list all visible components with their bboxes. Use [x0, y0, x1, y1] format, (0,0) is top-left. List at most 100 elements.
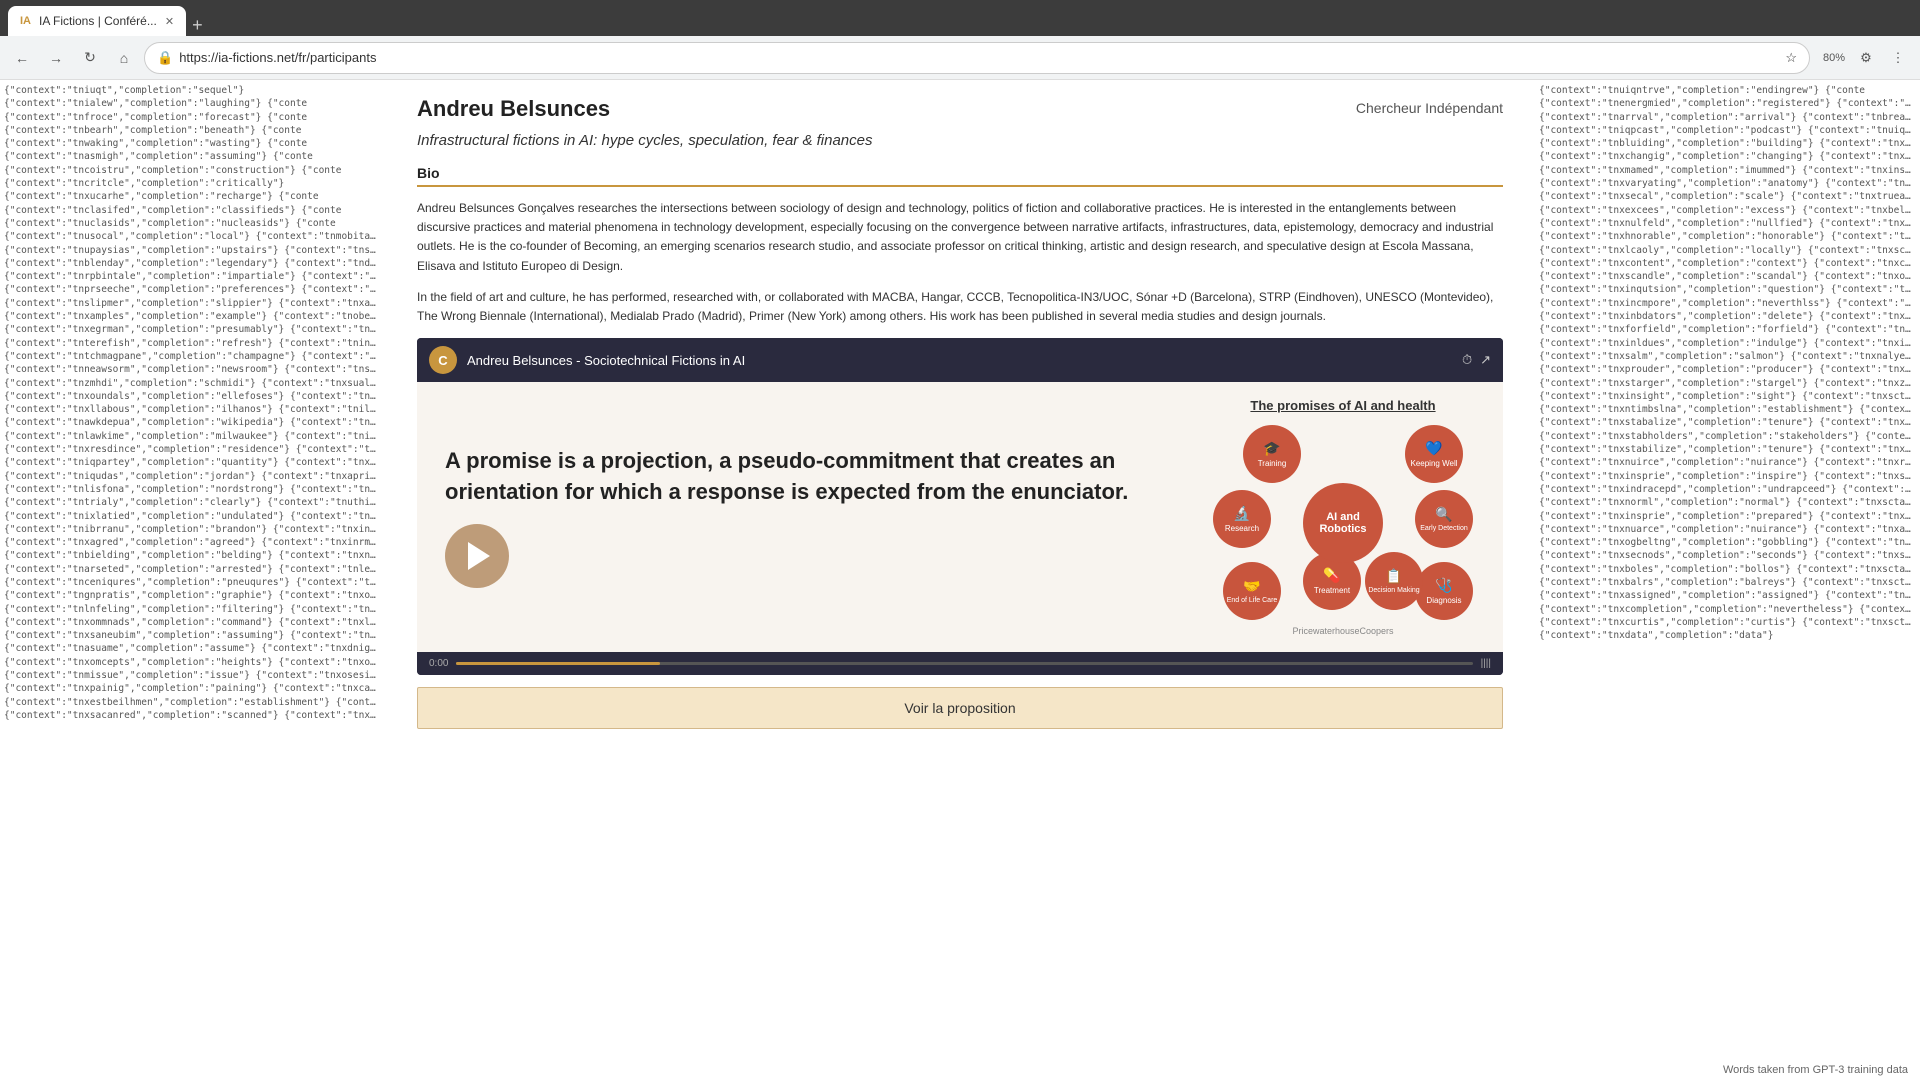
- voir-proposition-button[interactable]: Voir la proposition: [417, 687, 1503, 729]
- right-sidebar-json: {"context":"tnuiqntrve","completion":"en…: [1535, 80, 1920, 1080]
- json-line: {"context":"tnclasifed","completion":"cl…: [4, 204, 381, 217]
- json-line: {"context":"tnxscandle","completion":"sc…: [1539, 270, 1916, 283]
- json-line: {"context":"tnlawkime","completion":"mil…: [4, 430, 381, 443]
- json-line: {"context":"tnxcurtis","completion":"cur…: [1539, 616, 1916, 629]
- refresh-button[interactable]: ↻: [76, 44, 104, 72]
- json-line: {"context":"tnxstabholders","completion"…: [1539, 430, 1916, 443]
- address-bar[interactable]: 🔒 https://ia-fictions.net/fr/participant…: [144, 42, 1810, 74]
- json-line: {"context":"tnxnulfeld","completion":"nu…: [1539, 217, 1916, 230]
- json-line: {"context":"tnxogbeltng","completion":"g…: [1539, 536, 1916, 549]
- json-line: {"context":"tnbearh","completion":"benea…: [4, 124, 381, 137]
- forward-button[interactable]: →: [42, 44, 70, 72]
- json-line: {"context":"tnmissue","completion":"issu…: [4, 669, 381, 682]
- json-line: {"context":"tnxntimbslna","completion":"…: [1539, 403, 1916, 416]
- json-line: {"context":"tnzmhdi","completion":"schmi…: [4, 377, 381, 390]
- json-line: {"context":"tnxoundals","completion":"el…: [4, 390, 381, 403]
- json-line: {"context":"tnxsaneubim","completion":"a…: [4, 629, 381, 642]
- json-line: {"context":"tnxinbdators","completion":"…: [1539, 310, 1916, 323]
- status-bar: Words taken from GPT-3 training data: [1711, 1060, 1920, 1080]
- orbit-decision-making: 📋 Decision Making: [1365, 552, 1423, 610]
- tab-favicon: IA: [20, 15, 31, 27]
- json-line: {"context":"tnxcompletion","completion":…: [1539, 603, 1916, 616]
- json-line: {"context":"tnfroce","completion":"forec…: [4, 111, 381, 124]
- json-line: {"context":"tnxamples","completion":"exa…: [4, 310, 381, 323]
- json-line: {"context":"tnxbalrs","completion":"balr…: [1539, 576, 1916, 589]
- json-line: {"context":"tnenergmied","completion":"r…: [1539, 97, 1916, 110]
- left-sidebar-json: {"context":"tniuqt","completion":"sequel…: [0, 80, 385, 1080]
- bookmark-icon[interactable]: ☆: [1785, 50, 1797, 66]
- json-line: {"context":"tnxstarger","completion":"st…: [1539, 377, 1916, 390]
- json-line: {"context":"tnneawsorm","completion":"ne…: [4, 363, 381, 376]
- diagnosis-icon: 🩺: [1435, 577, 1452, 594]
- json-line: {"context":"tnxdata","completion":"data"…: [1539, 629, 1916, 642]
- json-line: {"context":"tnupaysias","completion":"up…: [4, 244, 381, 257]
- security-icon: 🔒: [157, 50, 173, 66]
- browser-chrome: IA IA Fictions | Conféré... ✕ +: [0, 0, 1920, 36]
- json-line: {"context":"tnxinldues","completion":"in…: [1539, 337, 1916, 350]
- json-line: {"context":"tnasuame","completion":"assu…: [4, 642, 381, 655]
- json-line: {"context":"tnxagred","completion":"agre…: [4, 536, 381, 549]
- json-line: {"context":"tnbluiding","completion":"bu…: [1539, 137, 1916, 150]
- json-line: {"context":"tnterefish","completion":"re…: [4, 337, 381, 350]
- json-line: {"context":"tntrialy","completion":"clea…: [4, 496, 381, 509]
- json-line: {"context":"tnxegrman","completion":"pre…: [4, 323, 381, 336]
- tab-title: IA Fictions | Conféré...: [39, 14, 157, 28]
- json-line: {"context":"tnusocal","completion":"loca…: [4, 230, 381, 243]
- progress-bar-fill: [456, 662, 659, 665]
- new-tab-button[interactable]: +: [192, 15, 203, 36]
- json-line: {"context":"tnxstabalize","completion":"…: [1539, 416, 1916, 429]
- json-line: {"context":"tnxboles","completion":"boll…: [1539, 563, 1916, 576]
- bio-paragraph-2: In the field of art and culture, he has …: [417, 288, 1503, 326]
- json-line: {"context":"tnxexcees","completion":"exc…: [1539, 204, 1916, 217]
- video-header-icons: ⏱ ↗: [1462, 352, 1491, 368]
- research-icon: 🔬: [1233, 505, 1250, 522]
- json-line: {"context":"tnxassigned","completion":"a…: [1539, 589, 1916, 602]
- json-line: {"context":"tniqudas","completion":"jord…: [4, 470, 381, 483]
- json-line: {"context":"tnxpainig","completion":"pai…: [4, 682, 381, 695]
- orbit-keeping-well: 💙 Keeping Well: [1405, 425, 1463, 483]
- json-line: {"context":"tnxinsight","completion":"si…: [1539, 390, 1916, 403]
- share-icon: ↗: [1480, 352, 1491, 368]
- progress-bar[interactable]: [456, 662, 1472, 665]
- content-area: {"context":"tniuqt","completion":"sequel…: [0, 80, 1920, 1080]
- video-play-area: [445, 524, 1155, 588]
- bio-section-title: Bio: [417, 165, 1503, 187]
- video-container: C Andreu Belsunces - Sociotechnical Fict…: [417, 338, 1503, 675]
- json-line: {"context":"tnxsacanred","completion":"s…: [4, 709, 381, 722]
- json-line: {"context":"tnxsecal","completion":"scal…: [1539, 190, 1916, 203]
- json-line: {"context":"tnprseeche","completion":"pr…: [4, 283, 381, 296]
- json-line: {"context":"tnceniqures","completion":"p…: [4, 576, 381, 589]
- menu-button[interactable]: ⋮: [1884, 44, 1912, 72]
- tab-close-button[interactable]: ✕: [165, 15, 174, 28]
- back-button[interactable]: ←: [8, 44, 36, 72]
- json-line: {"context":"tnxlcaoly","completion":"loc…: [1539, 244, 1916, 257]
- play-triangle-icon: [468, 542, 490, 570]
- ai-diagram: AI andRobotics 🎓 Training 💙 Keeping Well: [1213, 425, 1473, 620]
- json-line: {"context":"tnxcontent","completion":"co…: [1539, 257, 1916, 270]
- orbit-research: 🔬 Research: [1213, 490, 1271, 548]
- participant-name: Andreu Belsunces: [417, 96, 610, 122]
- json-line: {"context":"tniqpcast","completion":"pod…: [1539, 124, 1916, 137]
- status-text: Words taken from GPT-3 training data: [1723, 1064, 1908, 1076]
- json-line: {"context":"tnxchangig","completion":"ch…: [1539, 150, 1916, 163]
- extensions-button[interactable]: ⚙: [1852, 44, 1880, 72]
- orbit-training: 🎓 Training: [1243, 425, 1301, 483]
- clock-icon: ⏱: [1462, 352, 1472, 368]
- json-line: {"context":"tngnpratis","completion":"gr…: [4, 589, 381, 602]
- json-line: {"context":"tnxsalm","completion":"salmo…: [1539, 350, 1916, 363]
- keeping-well-icon: 💙: [1425, 440, 1442, 457]
- json-line: {"context":"tnbielding","completion":"be…: [4, 549, 381, 562]
- play-button[interactable]: [445, 524, 509, 588]
- json-line: {"context":"tnslipmer","completion":"sli…: [4, 297, 381, 310]
- active-tab[interactable]: IA IA Fictions | Conféré... ✕: [8, 6, 186, 36]
- json-line: {"context":"tnarrval","completion":"arri…: [1539, 111, 1916, 124]
- json-line: {"context":"tnasmigh","completion":"assu…: [4, 150, 381, 163]
- zoom-level[interactable]: 80%: [1820, 44, 1848, 72]
- center-circle: AI andRobotics: [1303, 483, 1383, 563]
- json-line: {"context":"tnxmamed","completion":"imum…: [1539, 164, 1916, 177]
- home-button[interactable]: ⌂: [110, 44, 138, 72]
- json-line: {"context":"tnawkdepua","completion":"wi…: [4, 416, 381, 429]
- browser-toolbar: ← → ↻ ⌂ 🔒 https://ia-fictions.net/fr/par…: [0, 36, 1920, 80]
- decision-making-icon: 📋: [1385, 568, 1402, 585]
- json-line: {"context":"tnxinsprie","completion":"pr…: [1539, 510, 1916, 523]
